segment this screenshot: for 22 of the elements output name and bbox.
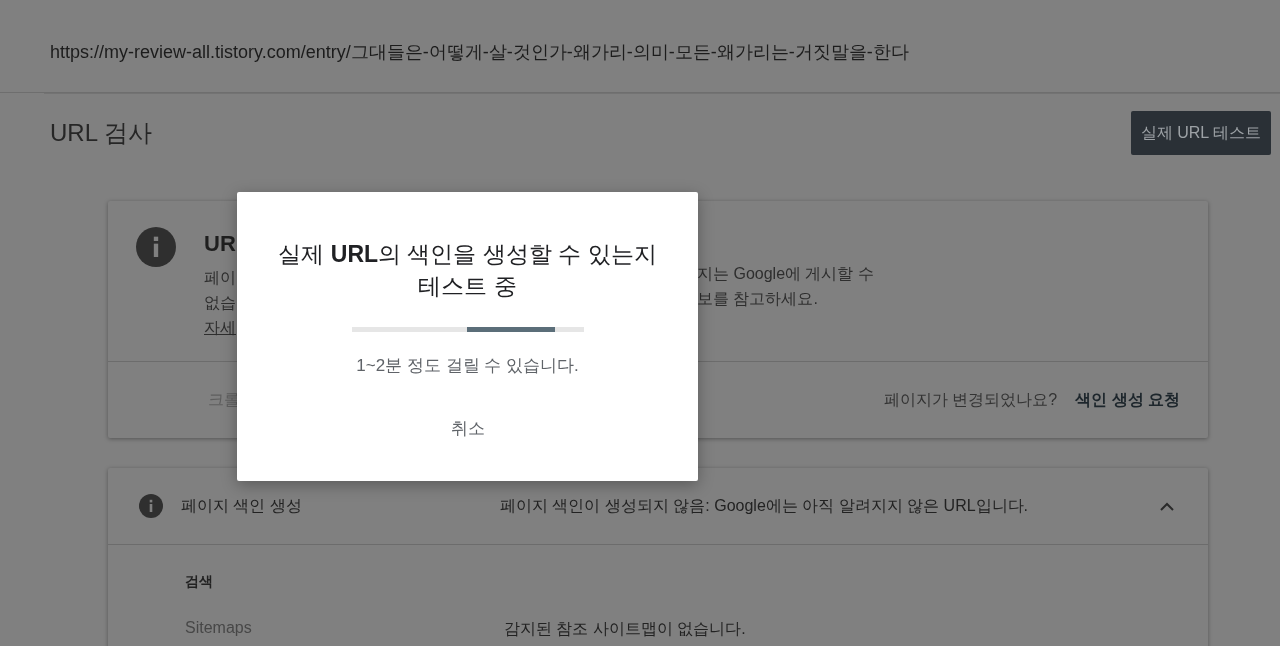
request-indexing-button[interactable]: 색인 생성 요청 — [1075, 389, 1180, 411]
card-title: UR — [204, 231, 236, 257]
info-icon — [136, 227, 176, 267]
section-title: 페이지 색인 생성 — [181, 495, 303, 516]
subheading: 검색 — [184, 572, 214, 591]
description-text: 보를 참고하세요. — [697, 289, 818, 309]
description-text: 없습 — [204, 293, 236, 313]
info-icon — [139, 494, 163, 518]
dialog-note: 1~2분 정도 걸릴 수 있습니다. — [356, 355, 579, 377]
cancel-button[interactable]: 취소 — [442, 413, 493, 444]
description-text: 지는 Google에 게시할 수 — [697, 264, 874, 284]
live-test-button[interactable]: 실제 URL 테스트 — [1130, 111, 1271, 155]
row-value: 감지된 참조 사이트맵이 없습니다. — [504, 619, 746, 639]
dialog-title: 실제 URL의 색인을 생성할 수 있는지 테스트 중 — [277, 240, 658, 301]
row-label: Sitemaps — [185, 619, 253, 638]
page-changed-text: 페이지가 변경되었나요? — [883, 389, 1058, 410]
description-text: 페이 — [204, 268, 236, 288]
page-url: https://my-review-all.tistory.com/entry/그대들은-어떻게-살-것인가-왜가리-의미-모든-왜가리는-거짓말을-한다 — [50, 42, 909, 62]
page-title: URL 검사 — [50, 118, 152, 148]
indexing-status: 페이지 색인이 생성되지 않음: Google에는 아직 알려지지 않은 URL입니다. — [500, 495, 1030, 516]
learn-more-link[interactable]: 자세 — [204, 315, 236, 340]
chevron-up-icon[interactable] — [1160, 501, 1174, 511]
